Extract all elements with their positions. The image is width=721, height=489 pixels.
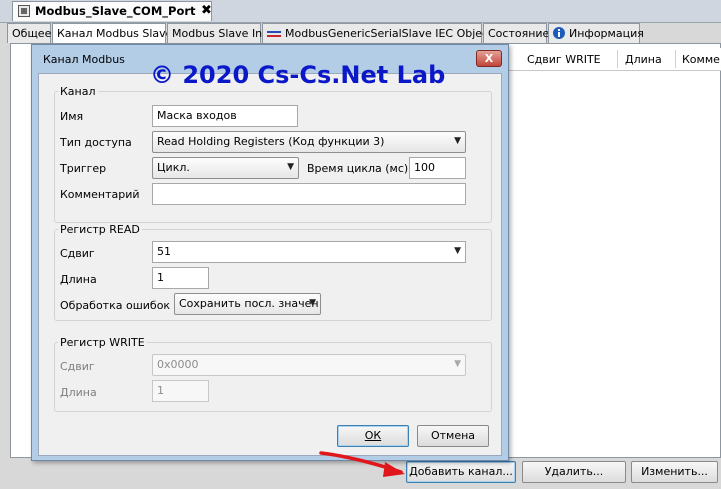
tab-label: Modbus Slave Init — [172, 27, 270, 40]
add-channel-button[interactable]: Добавить канал... — [406, 461, 516, 483]
mapping-icon — [267, 31, 281, 37]
tab-label: Общее — [12, 27, 52, 40]
watermark-text: © 2020 Cs-Cs.Net Lab — [150, 61, 446, 89]
read-length-input[interactable]: 1 — [152, 267, 209, 289]
tab-modbus-slave-init[interactable]: Modbus Slave Init — [167, 23, 270, 43]
trigger-value: Цикл. — [157, 161, 190, 174]
access-type-label: Тип доступа — [60, 136, 132, 149]
name-input[interactable]: Маска входов — [152, 105, 298, 127]
read-register-group-title: Регистр READ — [58, 223, 142, 236]
cancel-button-label: Отмена — [430, 429, 476, 442]
device-icon — [18, 5, 30, 17]
dropdown-arrow-icon: ▼ — [454, 246, 461, 256]
dropdown-arrow-icon: ▼ — [454, 136, 461, 146]
annotation-arrow-icon — [319, 451, 405, 477]
tab-iec-objects[interactable]: ModbusGenericSerialSlave IEC Objects — [262, 23, 498, 43]
comment-input[interactable] — [152, 183, 466, 205]
write-register-group-title: Регистр WRITE — [58, 336, 147, 349]
tab-label: Информация — [569, 27, 644, 40]
access-type-value: Read Holding Registers (Код функции 3) — [157, 135, 385, 148]
tab-information[interactable]: Информация — [548, 23, 644, 43]
editor-tab-strip: Общее Канал Modbus Slave Modbus Slave In… — [0, 23, 721, 44]
read-length-label: Длина — [60, 273, 97, 286]
write-register-group — [54, 342, 492, 412]
write-length-label: Длина — [60, 386, 97, 399]
dialog-title: Канал Modbus — [43, 53, 125, 66]
dialog-body: Канал Имя Маска входов Тип доступа Read … — [38, 73, 502, 456]
column-write-offset[interactable]: Сдвиг WRITE — [527, 53, 601, 66]
error-handling-label: Обработка ошибок — [60, 299, 171, 312]
column-length[interactable]: Длина — [625, 53, 662, 66]
channel-table-header: Сдвиг WRITE Длина Комме — [500, 48, 721, 71]
cancel-button[interactable]: Отмена — [417, 425, 489, 447]
document-tab-title: Modbus_Slave_COM_Port — [35, 4, 196, 18]
write-offset-label: Сдвиг — [60, 360, 95, 373]
cycle-time-input[interactable]: 100 — [409, 157, 466, 179]
delete-channel-button[interactable]: Удалить... — [522, 461, 626, 483]
info-icon — [553, 27, 565, 39]
edit-channel-button[interactable]: Изменить... — [631, 461, 718, 483]
ok-button[interactable]: ОК — [337, 425, 409, 447]
tab-status[interactable]: Состояние — [483, 23, 550, 43]
write-offset-select[interactable]: 0x0000 ▼ — [152, 354, 466, 376]
read-offset-value: 51 — [157, 245, 171, 258]
channel-group-title: Канал — [58, 85, 98, 98]
read-offset-label: Сдвиг — [60, 247, 95, 260]
dropdown-arrow-icon: ▼ — [309, 298, 316, 308]
trigger-select[interactable]: Цикл. ▼ — [152, 157, 299, 179]
name-label: Имя — [60, 110, 84, 123]
read-offset-select[interactable]: 51 ▼ — [152, 241, 466, 263]
tab-label: ModbusGenericSerialSlave IEC Objects — [285, 27, 499, 40]
trigger-label: Триггер — [60, 162, 107, 175]
write-offset-value: 0x0000 — [157, 358, 199, 371]
tab-general[interactable]: Общее — [7, 23, 51, 43]
cycle-time-label: Время цикла (мс) — [307, 162, 409, 175]
close-dialog-button[interactable]: X — [476, 50, 502, 67]
column-comment[interactable]: Комме — [682, 53, 720, 66]
dropdown-arrow-icon: ▼ — [454, 359, 461, 369]
error-handling-select[interactable]: Сохранить посл. значен ▼ — [174, 293, 321, 315]
write-length-input[interactable]: 1 — [152, 380, 209, 402]
tab-label: Состояние — [488, 27, 550, 40]
modbus-channel-dialog: Канал Modbus X Канал Имя Маска входов Ти… — [31, 44, 509, 461]
access-type-select[interactable]: Read Holding Registers (Код функции 3) ▼ — [152, 131, 466, 153]
tab-modbus-slave-channel[interactable]: Канал Modbus Slave — [52, 23, 172, 44]
document-tab[interactable]: Modbus_Slave_COM_Port ✖ — [12, 1, 212, 21]
ok-button-label: ОК — [364, 429, 382, 442]
error-handling-value: Сохранить посл. значен — [179, 297, 319, 310]
dropdown-arrow-icon: ▼ — [287, 162, 294, 172]
comment-label: Комментарий — [60, 188, 140, 201]
document-tab-bar: Modbus_Slave_COM_Port ✖ — [0, 0, 721, 23]
tab-label: Канал Modbus Slave — [57, 27, 173, 40]
close-tab-icon[interactable]: ✖ — [201, 3, 212, 18]
column-divider — [617, 50, 618, 68]
column-divider — [675, 50, 676, 68]
